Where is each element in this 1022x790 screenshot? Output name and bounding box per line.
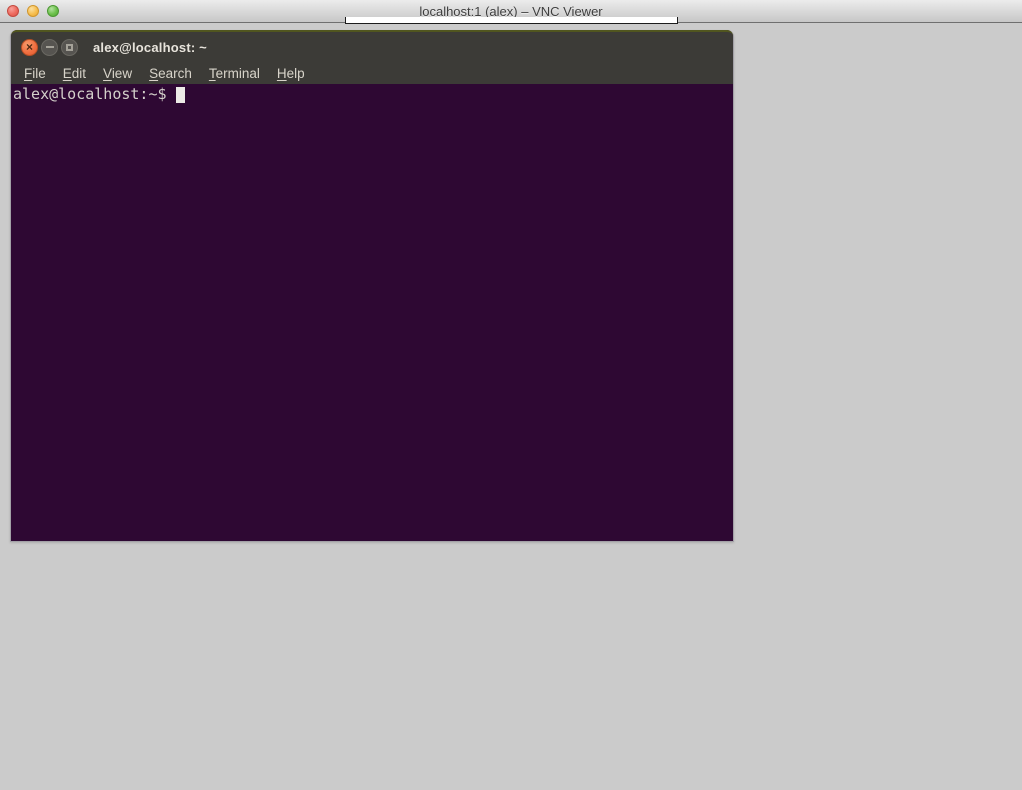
- menu-terminal[interactable]: Terminal: [204, 64, 265, 83]
- terminal-cursor: [176, 87, 185, 103]
- terminal-menubar: File Edit View Search Terminal Help: [11, 62, 733, 84]
- terminal-window-title: alex@localhost: ~: [93, 40, 207, 55]
- menu-help[interactable]: Help: [272, 64, 310, 83]
- terminal-close-button[interactable]: ×: [21, 39, 38, 56]
- menu-edit[interactable]: Edit: [58, 64, 91, 83]
- terminal-minimize-button[interactable]: [41, 39, 58, 56]
- menu-file[interactable]: File: [19, 64, 51, 83]
- prompt-space: [167, 85, 176, 103]
- terminal-content[interactable]: alex@localhost:~$: [11, 84, 733, 540]
- maximize-icon: [66, 44, 73, 51]
- terminal-window[interactable]: × alex@localhost: ~ File Edit View Searc…: [10, 30, 734, 542]
- menu-search[interactable]: Search: [144, 64, 197, 83]
- shell-prompt: alex@localhost:~$: [13, 85, 167, 103]
- vnc-toolbar-tab[interactable]: [345, 17, 678, 24]
- remote-desktop: × alex@localhost: ~ File Edit View Searc…: [0, 24, 1022, 790]
- terminal-titlebar[interactable]: × alex@localhost: ~: [11, 30, 733, 62]
- terminal-maximize-button[interactable]: [61, 39, 78, 56]
- minimize-icon: [46, 46, 54, 48]
- menu-view[interactable]: View: [98, 64, 137, 83]
